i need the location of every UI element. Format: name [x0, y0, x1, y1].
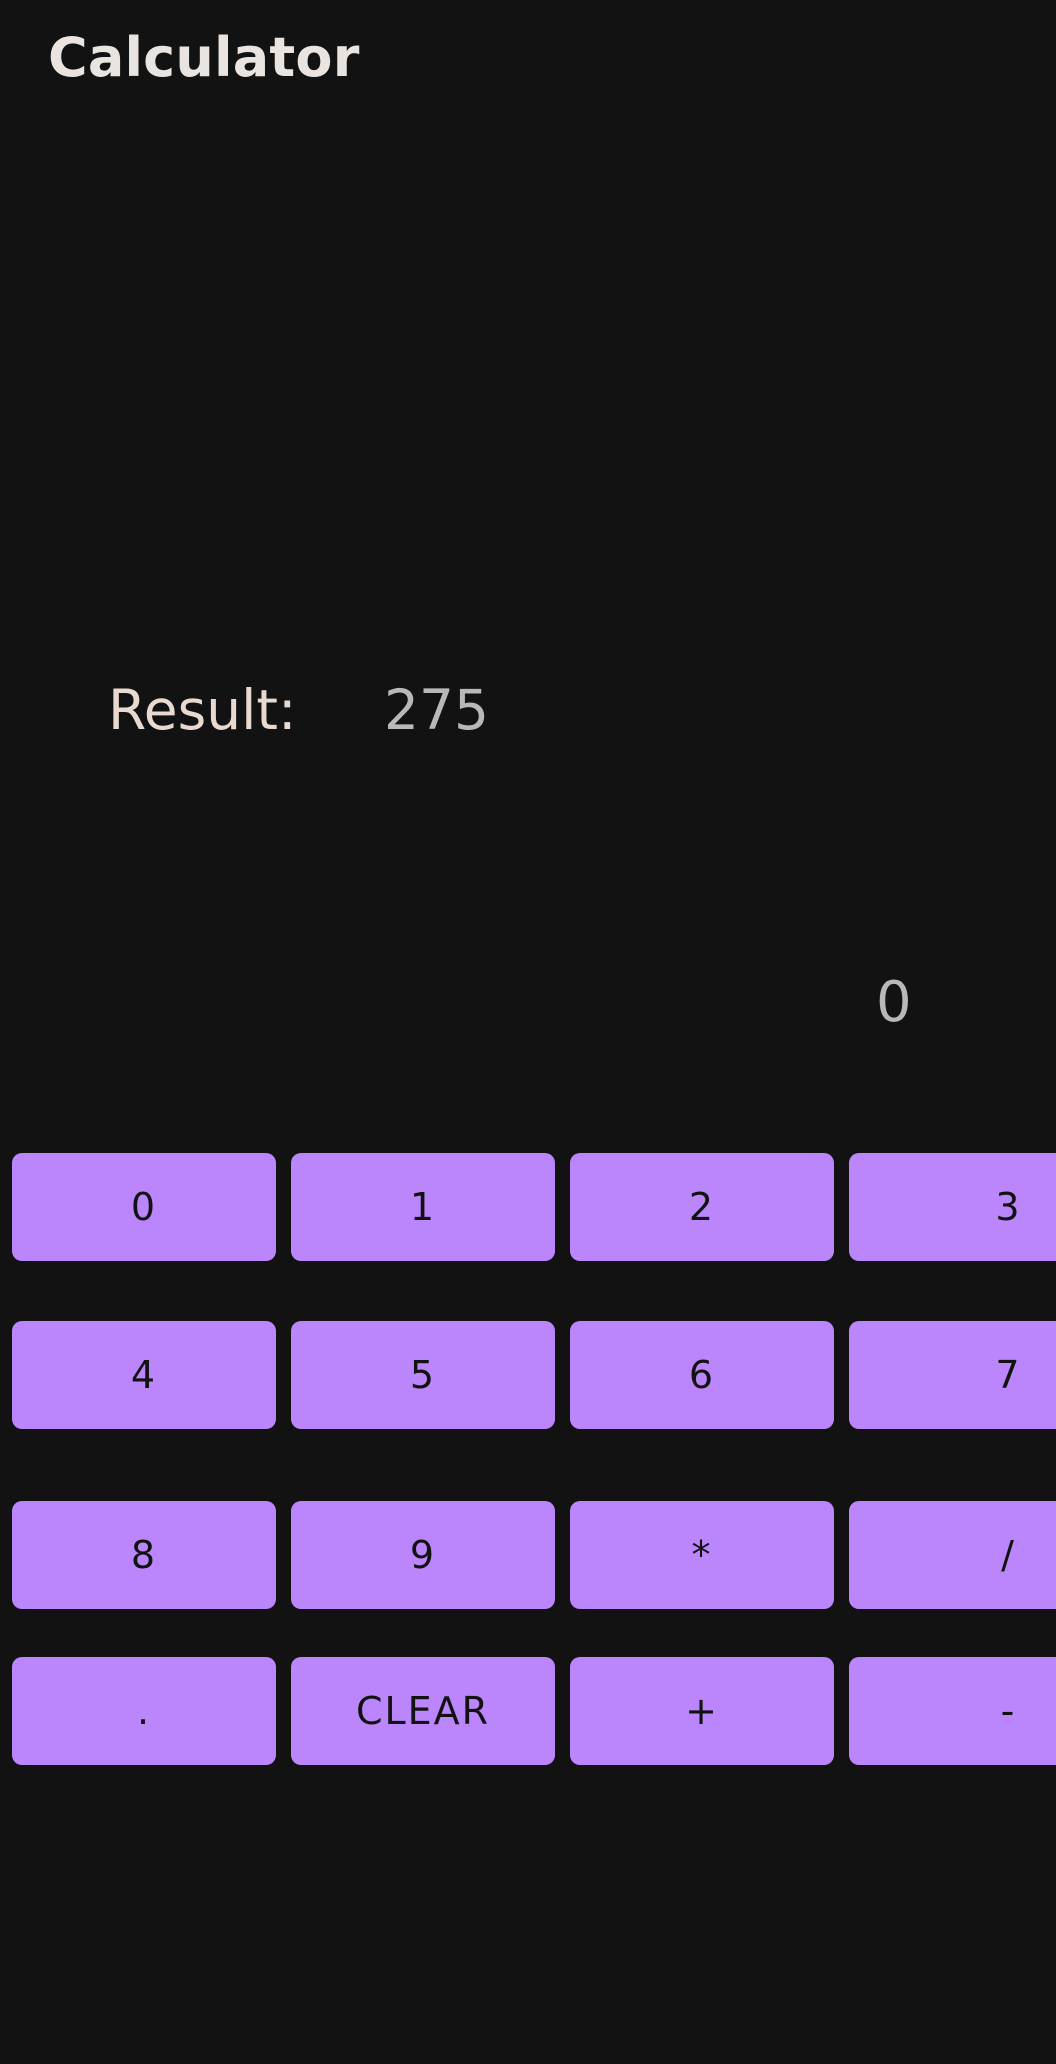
key-label: 5: [409, 1353, 437, 1397]
result-label: Result:: [108, 678, 297, 742]
key-label: /: [1001, 1533, 1016, 1577]
clear-button[interactable]: CLEAR: [291, 1657, 555, 1765]
key-label: 8: [130, 1533, 158, 1577]
result-value: 275: [384, 678, 489, 742]
key-2-button[interactable]: 2: [570, 1153, 834, 1261]
key-label: 1: [409, 1185, 437, 1229]
key-label: 3: [995, 1185, 1022, 1229]
key-label: -: [1000, 1689, 1017, 1733]
multiply-button[interactable]: *: [570, 1501, 834, 1609]
add-button[interactable]: +: [570, 1657, 834, 1765]
key-label: 0: [130, 1185, 158, 1229]
subtract-button[interactable]: -: [849, 1657, 1056, 1765]
key-label: CLEAR: [355, 1689, 491, 1733]
key-9-button[interactable]: 9: [291, 1501, 555, 1609]
key-label: 2: [688, 1185, 716, 1229]
key-label: 4: [130, 1353, 158, 1397]
key-0-button[interactable]: 0: [12, 1153, 276, 1261]
key-4-button[interactable]: 4: [12, 1321, 276, 1429]
key-label: *: [691, 1533, 713, 1577]
key-7-button[interactable]: 7: [849, 1321, 1056, 1429]
key-3-button[interactable]: 3: [849, 1153, 1056, 1261]
current-input-display: 0: [876, 970, 912, 1035]
key-label: +: [685, 1689, 719, 1733]
key-label: 7: [995, 1353, 1022, 1397]
key-label: 9: [409, 1533, 437, 1577]
key-1-button[interactable]: 1: [291, 1153, 555, 1261]
decimal-point-button[interactable]: .: [12, 1657, 276, 1765]
key-6-button[interactable]: 6: [570, 1321, 834, 1429]
app-title: Calculator: [48, 26, 360, 89]
key-label: .: [136, 1689, 152, 1733]
key-label: 6: [688, 1353, 716, 1397]
key-5-button[interactable]: 5: [291, 1321, 555, 1429]
key-8-button[interactable]: 8: [12, 1501, 276, 1609]
divide-button[interactable]: /: [849, 1501, 1056, 1609]
